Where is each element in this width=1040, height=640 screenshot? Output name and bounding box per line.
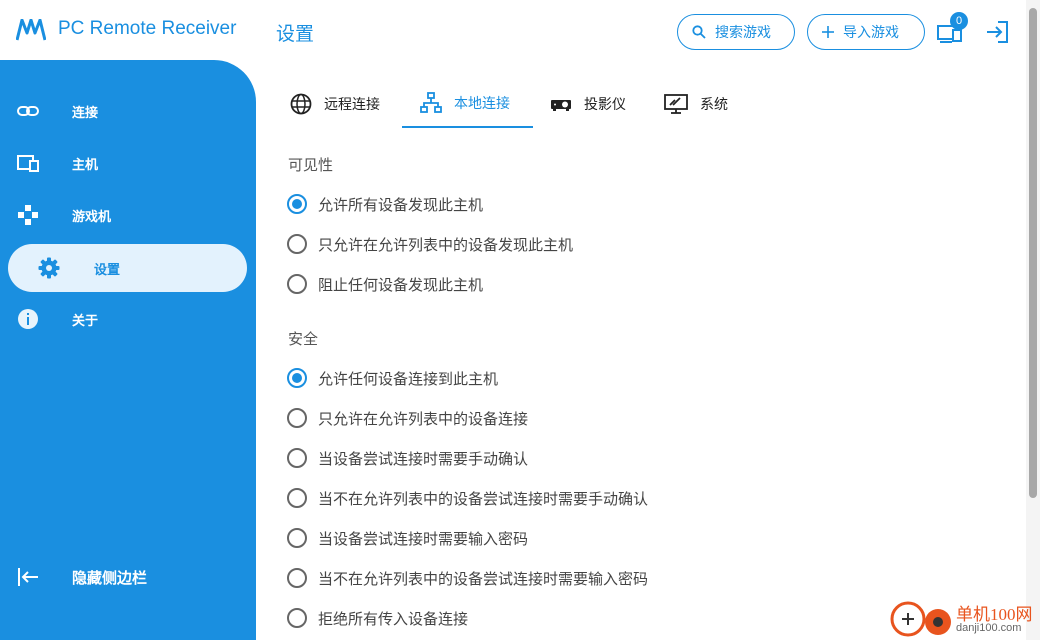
tab-label: 远程连接 — [324, 97, 380, 113]
radio-label: 当不在允许列表中的设备尝试连接时需要手动确认 — [318, 489, 649, 508]
radio-label: 阻止任何设备发现此主机 — [318, 275, 484, 294]
gear-icon — [38, 257, 60, 279]
tab-label: 投影仪 — [584, 97, 626, 113]
sidebar-item-host[interactable]: 主机 — [0, 139, 256, 187]
info-icon — [18, 309, 38, 329]
radio-button[interactable] — [287, 234, 307, 254]
app-logo-icon — [16, 19, 46, 41]
security-section-title: 安全 — [288, 330, 319, 348]
settings-tabs: 远程连接 本地连接 投影仪 系统 — [280, 80, 1020, 128]
radio-label: 允许所有设备发现此主机 — [318, 195, 484, 214]
devices-icon — [17, 155, 39, 172]
tab-local-connection[interactable]: 本地连接 — [402, 80, 533, 128]
sidebar-item-console[interactable]: 游戏机 — [0, 191, 256, 239]
radio-button[interactable] — [287, 408, 307, 428]
tab-label: 本地连接 — [454, 96, 510, 112]
tab-label: 系统 — [700, 97, 728, 113]
plus-icon — [822, 26, 834, 38]
radio-label: 拒绝所有传入设备连接 — [318, 609, 469, 628]
watermark-url: danji100.com — [956, 622, 1022, 634]
projector-icon — [551, 100, 571, 111]
sidebar-item-label: 游戏机 — [72, 209, 112, 225]
radio-button[interactable] — [287, 448, 307, 468]
radio-button[interactable] — [287, 368, 307, 388]
import-games-button[interactable]: 导入游戏 — [807, 14, 925, 50]
security-option-password[interactable]: 当设备尝试连接时需要输入密码 — [287, 526, 528, 550]
security-option-manual-confirm-unlisted[interactable]: 当不在允许列表中的设备尝试连接时需要手动确认 — [287, 486, 648, 510]
sidebar-item-label: 主机 — [72, 157, 99, 173]
network-icon — [420, 92, 442, 113]
radio-button[interactable] — [287, 274, 307, 294]
link-icon — [17, 106, 39, 116]
sidebar-item-label: 关于 — [72, 313, 99, 329]
visibility-option-allowlist[interactable]: 只允许在允许列表中的设备发现此主机 — [287, 232, 573, 256]
collapse-left-icon — [18, 568, 38, 586]
radio-button[interactable] — [287, 488, 307, 508]
security-option-password-unlisted[interactable]: 当不在允许列表中的设备尝试连接时需要输入密码 — [287, 566, 648, 590]
page-title: 设置 — [276, 23, 315, 45]
scrollbar-thumb[interactable] — [1029, 8, 1037, 498]
sidebar: 连接 主机 游戏机 设置 关于 隐藏侧边栏 — [0, 60, 256, 640]
tab-projector[interactable]: 投影仪 — [550, 80, 626, 128]
radio-button[interactable] — [287, 528, 307, 548]
login-icon[interactable] — [984, 18, 1012, 46]
security-option-manual-confirm[interactable]: 当设备尝试连接时需要手动确认 — [287, 446, 528, 470]
visibility-option-block-all[interactable]: 阻止任何设备发现此主机 — [287, 272, 483, 296]
sidebar-item-about[interactable]: 关于 — [0, 295, 256, 343]
security-option-allow-any[interactable]: 允许任何设备连接到此主机 — [287, 366, 498, 390]
sidebar-item-label: 设置 — [94, 262, 121, 278]
tab-remote-connection[interactable]: 远程连接 — [290, 80, 380, 128]
globe-icon — [290, 93, 312, 115]
visibility-section-title: 可见性 — [288, 156, 334, 174]
import-games-label: 导入游戏 — [843, 25, 899, 41]
sidebar-item-settings[interactable]: 设置 — [8, 244, 247, 292]
radio-label: 当不在允许列表中的设备尝试连接时需要输入密码 — [318, 569, 649, 588]
hide-sidebar-button[interactable]: 隐藏侧边栏 — [0, 553, 256, 601]
security-option-allowlist-only[interactable]: 只允许在允许列表中的设备连接 — [287, 406, 528, 430]
search-games-label: 搜索游戏 — [715, 25, 771, 41]
radio-label: 当设备尝试连接时需要手动确认 — [318, 449, 529, 468]
security-option-reject-all[interactable]: 拒绝所有传入设备连接 — [287, 606, 468, 630]
visibility-option-allow-all[interactable]: 允许所有设备发现此主机 — [287, 192, 483, 216]
hide-sidebar-label: 隐藏侧边栏 — [72, 569, 148, 587]
gamepad-icon — [18, 205, 38, 225]
devices-count-badge: 0 — [950, 12, 968, 30]
radio-button[interactable] — [287, 568, 307, 588]
radio-label: 只允许在允许列表中的设备发现此主机 — [318, 235, 574, 254]
radio-label: 只允许在允许列表中的设备连接 — [318, 409, 529, 428]
search-icon — [692, 25, 706, 39]
monitor-icon — [664, 94, 688, 114]
top-bar: PC Remote Receiver 设置 搜索游戏 导入游戏 0 — [0, 0, 1040, 62]
sidebar-item-label: 连接 — [72, 105, 99, 121]
radio-label: 允许任何设备连接到此主机 — [318, 369, 499, 388]
search-games-button[interactable]: 搜索游戏 — [677, 14, 795, 50]
sidebar-item-connect[interactable]: 连接 — [0, 87, 256, 135]
tab-system[interactable]: 系统 — [664, 80, 728, 128]
app-title: PC Remote Receiver — [58, 18, 237, 39]
radio-label: 当设备尝试连接时需要输入密码 — [318, 529, 529, 548]
radio-button[interactable] — [287, 608, 307, 628]
radio-button[interactable] — [287, 194, 307, 214]
